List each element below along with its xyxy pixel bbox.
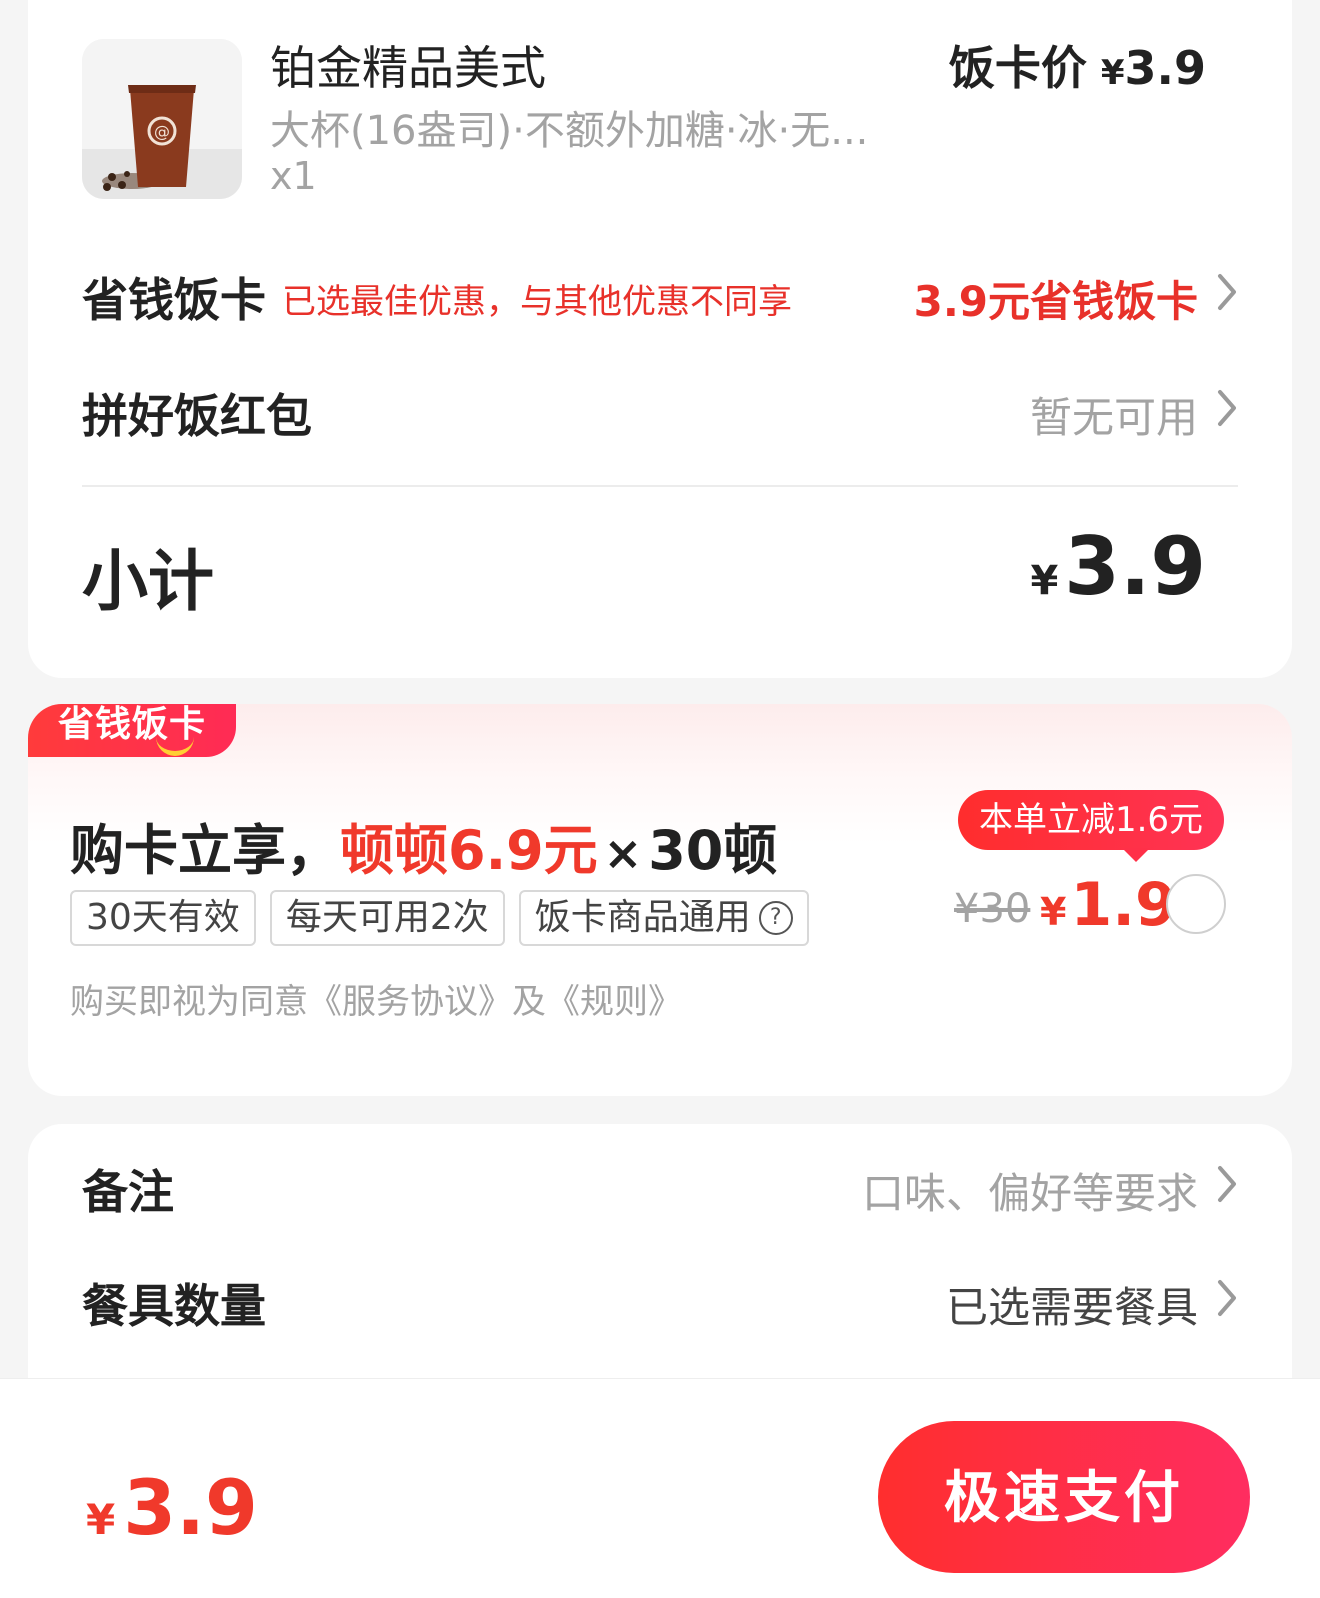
subtotal-amount: 3.9 [1064,520,1206,613]
discount-bubble: 本单立减1.6元 [958,790,1224,850]
chevron-right-icon [1218,274,1236,310]
remark-row[interactable]: 备注 口味、偏好等要求 [82,1156,1238,1219]
price-label: 饭卡价 [948,41,1087,95]
checkout-bar: ¥3.9 极速支付 [0,1378,1320,1598]
badge-usage-scope-text: 饭卡商品通用 [534,897,751,938]
product-name: 铂金精品美式 [270,41,546,95]
utensils-title: 餐具数量 [82,1279,266,1333]
badge-usage-scope[interactable]: 饭卡商品通用? [518,890,809,946]
promo-title-times: × [603,826,643,880]
badge-validity: 30天有效 [70,890,256,946]
promo-title: 购卡立享，顿顿6.9元 × 30顿 [70,806,777,885]
remark-placeholder: 口味、偏好等要求 [861,1169,1198,1218]
savings-card-note: 已选最佳优惠，与其他优惠不同享 [282,282,792,322]
chevron-right-icon [1218,390,1236,426]
original-price: ¥30 [954,886,1031,932]
total-yen: ¥ [86,1495,116,1544]
smile-icon [156,737,194,756]
subtotal-label: 小计 [82,543,214,620]
total-amount: 3.9 [123,1463,258,1552]
radio-unchecked-icon[interactable] [1166,874,1226,934]
price-value: 3.9 [1124,41,1207,95]
product-image[interactable]: @ [82,39,242,199]
red-packet-title: 拼好饭红包 [82,389,312,443]
order-items-card: @ 铂金精品美式 大杯(16盎司)·不额外加糖·冰·无... x1 饭卡价 ¥3.… [28,0,1292,678]
price-yen: ¥ [1100,53,1125,93]
agreement-text[interactable]: 购买即视为同意《服务协议》及《规则》 [70,974,682,1023]
savings-card-promo[interactable]: 省钱饭卡 购卡立享，顿顿6.9元 × 30顿 30天有效 每天可用2次 饭卡商品通用… [28,704,1292,1096]
red-packet-value: 暂无可用 [1029,393,1198,442]
badge-daily-limit: 每天可用2次 [269,890,505,946]
remark-title: 备注 [82,1165,174,1219]
product-quantity: x1 [270,154,317,198]
savings-card-row[interactable]: 省钱饭卡 已选最佳优惠，与其他优惠不同享 3.9元省钱饭卡 [82,264,1238,327]
product-spec: 大杯(16盎司)·不额外加糖·冰·无... [270,108,869,154]
total-price: ¥3.9 [86,1463,258,1552]
pay-button[interactable]: 极速支付 [878,1421,1250,1573]
product-card-price: 饭卡价 ¥3.9 [949,32,1206,98]
chevron-right-icon [1218,1166,1236,1202]
promo-title-suffix: 30顿 [648,819,778,882]
card-price: ¥1.9 [1040,870,1177,940]
divider [82,485,1238,487]
coffee-cup-image: @ [82,39,242,199]
savings-card-tag: 省钱饭卡 [28,704,236,757]
utensils-row[interactable]: 餐具数量 已选需要餐具 [82,1270,1238,1333]
promo-title-highlight: 顿顿6.9元 [340,819,598,882]
subtotal-yen: ¥ [1030,558,1059,604]
card-price-amount: 1.9 [1070,870,1177,940]
promo-badges: 30天有效 每天可用2次 饭卡商品通用? [70,890,809,946]
savings-card-title: 省钱饭卡 [82,273,266,327]
bubble-tip [1122,848,1150,862]
red-packet-row[interactable]: 拼好饭红包 暂无可用 [82,380,1238,443]
badge-validity-text: 30天有效 [86,897,240,938]
svg-text:@: @ [154,122,170,141]
badge-daily-limit-text: 每天可用2次 [285,897,489,938]
utensils-value: 已选需要餐具 [945,1283,1198,1332]
promo-title-prefix: 购卡立享， [70,819,340,882]
savings-card-value: 3.9元省钱饭卡 [913,277,1198,326]
card-price-yen: ¥ [1040,890,1067,934]
subtotal-value: ¥3.9 [1030,520,1206,613]
chevron-right-icon [1218,1280,1236,1316]
help-circle-icon[interactable]: ? [758,901,793,935]
